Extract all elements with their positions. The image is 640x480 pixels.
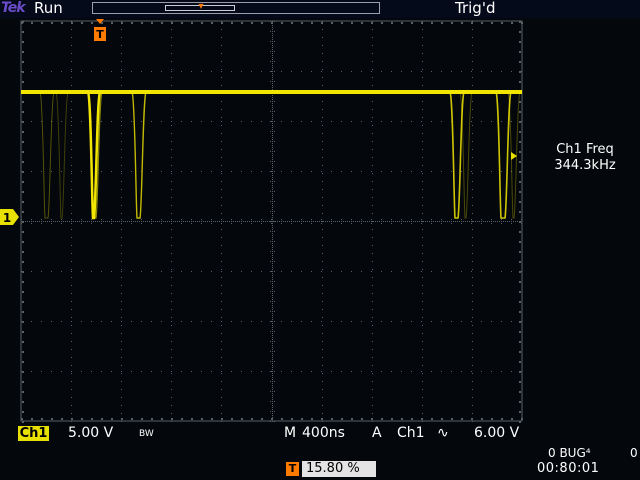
measurement-label: Ch1 Freq bbox=[556, 142, 614, 157]
trigger-slope-icon: ∿ bbox=[437, 425, 449, 441]
trigger-mode-label: A bbox=[372, 425, 382, 441]
trigger-position-marker: T bbox=[94, 19, 106, 41]
svg-text:T: T bbox=[96, 28, 104, 41]
bandwidth-limit-icon: BW bbox=[139, 429, 154, 439]
svg-text:1: 1 bbox=[3, 211, 11, 225]
trace-segment bbox=[55, 91, 69, 219]
channel1-ground-marker: 1 bbox=[0, 209, 19, 225]
trace-segment bbox=[495, 91, 512, 219]
trace-segment bbox=[459, 91, 473, 219]
trace-segment bbox=[39, 91, 55, 219]
graticule bbox=[21, 21, 523, 423]
bug-extra: 0 bbox=[630, 446, 638, 460]
trigger-position-icon: T bbox=[286, 462, 299, 476]
channel1-trace bbox=[21, 90, 522, 220]
trace-segment bbox=[131, 91, 147, 219]
measurement-value: 344.3kHz bbox=[554, 158, 616, 173]
trigger-source: Ch1 bbox=[397, 425, 425, 441]
timebase-value: 400ns bbox=[302, 425, 345, 441]
clock: 00:80:01 bbox=[537, 461, 600, 476]
waveform-display: T 1 bbox=[0, 19, 523, 423]
trigger-level: 6.00 V bbox=[474, 425, 520, 441]
trigger-position-value: 15.80 % bbox=[302, 461, 376, 477]
channel1-scale: 5.00 V bbox=[68, 425, 114, 441]
bug-indicator: 0 BUG⁴ bbox=[548, 446, 591, 460]
timebase-label: M bbox=[284, 425, 297, 441]
channel1-badge[interactable]: Ch1 bbox=[18, 426, 49, 441]
